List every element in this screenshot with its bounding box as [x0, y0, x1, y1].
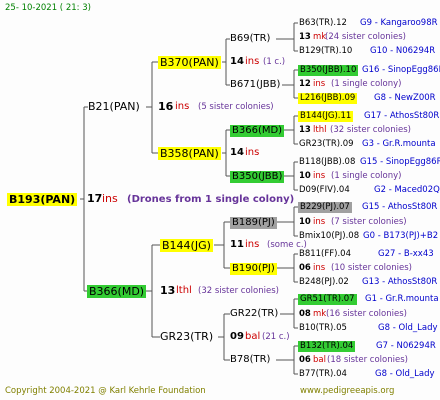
gen3-queen[interactable]: B189(PJ) — [230, 217, 277, 229]
gen4-unit: ins — [313, 171, 326, 181]
gen2-count: 14 — [230, 56, 244, 67]
root-count: 17 — [87, 192, 103, 205]
gen3-queen[interactable]: B350(JBB) — [230, 171, 285, 183]
gen3-queen[interactable]: B190(PJ) — [230, 263, 277, 275]
gen2-queen[interactable]: GR23(TR) — [160, 331, 213, 342]
gen1-count: 13 — [160, 284, 176, 297]
gen4-count: 06 — [299, 263, 311, 273]
gen2-count: 09 — [230, 331, 244, 342]
root-unit: ins — [102, 192, 118, 205]
gen4-ref: G9 - Kangaroo98R — [360, 18, 438, 28]
gen2-unit: ins — [245, 147, 260, 158]
gen4-queen[interactable]: B350(JBB).10 — [298, 65, 359, 76]
gen4-queen[interactable]: B10(TR).05 — [299, 324, 347, 333]
gen4-ref: G8 - Old_Lady — [375, 369, 435, 379]
gen2-queen[interactable]: B358(PAN) — [158, 147, 221, 160]
gen2-unit: ins — [245, 239, 260, 250]
gen4-queen[interactable]: Bmix10(PJ).08 — [299, 232, 359, 241]
gen2-unit: ins — [245, 56, 260, 67]
gen1-queen-sire-side[interactable]: B21(PAN) — [88, 101, 140, 112]
gen4-count: 06 — [299, 355, 311, 365]
gen4-queen[interactable]: L216(JBB).09 — [298, 93, 358, 104]
gen1-queen-dam-side[interactable]: B366(MD) — [87, 285, 147, 298]
gen4-queen[interactable]: GR51(TR).07 — [298, 294, 357, 305]
gen4-note: (10 sister colonies) — [331, 263, 412, 273]
gen4-ref: G13 - AthosSt80R — [362, 277, 438, 287]
gen4-queen[interactable]: GR23(TR).09 — [299, 140, 354, 149]
gen3-queen[interactable]: GR22(TR) — [230, 309, 278, 319]
gen4-ref: G3 - Gr.R.mounta — [362, 139, 436, 149]
gen4-note: (1 single colony) — [331, 79, 402, 89]
gen4-count: 10 — [299, 217, 311, 227]
gen4-note: (1 single colony) — [331, 171, 402, 181]
gen1-unit: ins — [175, 101, 190, 112]
root-queen[interactable]: B193(PAN) — [7, 193, 78, 206]
gen2-note: (1 c.) — [263, 57, 286, 67]
gen1-unit: lthl — [176, 285, 192, 296]
gen4-count: 13 — [299, 32, 311, 42]
gen4-unit: ins — [313, 263, 326, 273]
gen1-note: (5 sister colonies) — [198, 102, 274, 112]
report-date: 25- 10-2021 ( 21: 3) — [5, 3, 91, 13]
gen2-count: 14 — [230, 147, 244, 158]
gen4-queen[interactable]: B129(TR).10 — [299, 47, 352, 56]
gen4-queen[interactable]: B144(JG).11 — [298, 111, 354, 122]
gen2-unit: bal — [245, 331, 261, 342]
gen4-ref: G15 - SinopEgg86R — [360, 157, 440, 167]
gen2-note: (21 c.) — [262, 332, 290, 342]
gen4-queen[interactable]: B118(JBB).08 — [299, 158, 355, 167]
gen3-queen[interactable]: B366(MD) — [230, 125, 285, 137]
gen1-note: (32 sister colonies) — [198, 286, 279, 296]
gen4-ref: G7 - N06294R — [376, 341, 436, 351]
gen2-queen[interactable]: B144(JG) — [160, 239, 213, 252]
gen4-queen[interactable]: B77(TR).04 — [299, 370, 347, 379]
gen4-queen[interactable]: B248(PJ).02 — [299, 278, 349, 287]
gen4-queen[interactable]: B229(PJ).07 — [298, 202, 352, 213]
pedigree-diagram: { "header": { "date": "25- 10-2021 ( 21:… — [0, 0, 440, 400]
gen4-note: (18 sister colonies) — [327, 355, 408, 365]
gen4-queen[interactable]: D09(FIV).04 — [299, 186, 350, 195]
gen4-count: 10 — [299, 171, 311, 181]
gen4-ref: G8 - Old_Lady — [378, 323, 438, 333]
gen4-note: (32 sister colonies) — [330, 125, 411, 135]
gen4-ref: G27 - B-xx43 — [378, 249, 434, 259]
site-link[interactable]: www.pedigreeapis.org — [300, 387, 394, 396]
gen3-queen[interactable]: B78(TR) — [230, 355, 270, 365]
gen2-queen[interactable]: B370(PAN) — [158, 56, 221, 69]
gen4-ref: G10 - N06294R — [370, 46, 436, 56]
gen4-queen[interactable]: B132(TR).04 — [298, 341, 356, 352]
root-note: (Drones from 1 single colony) — [127, 194, 295, 205]
gen4-ref: G17 - AthosSt80R — [364, 111, 440, 121]
gen4-queen[interactable]: B811(FF).04 — [299, 250, 351, 259]
gen3-queen[interactable]: B69(TR) — [230, 34, 270, 44]
gen4-count: 12 — [299, 79, 311, 89]
gen4-count: 13 — [299, 125, 311, 135]
gen4-unit: lthl — [313, 125, 327, 135]
gen4-ref: G1 - Gr.R.mounta — [365, 294, 439, 304]
gen4-ref: G16 - SinopEgg86R — [362, 65, 440, 75]
gen4-queen[interactable]: B63(TR).12 — [299, 19, 347, 28]
gen3-queen[interactable]: B671(JBB) — [230, 80, 280, 90]
gen4-unit: ins — [313, 217, 326, 227]
gen2-count: 11 — [230, 239, 244, 250]
gen4-unit: mk — [313, 309, 327, 319]
gen4-note: (7 sister colonies) — [331, 217, 407, 227]
gen4-ref: G15 - AthosSt80R — [362, 202, 438, 212]
gen4-ref: G2 - Maced02Q — [374, 185, 440, 195]
gen4-unit: bal — [313, 355, 326, 365]
gen4-ref: G8 - NewZ00R — [374, 93, 436, 103]
gen4-count: 08 — [299, 309, 311, 319]
gen4-note: (16 sister colonies) — [326, 309, 407, 319]
copyright-text: Copyright 2004-2021 @ Karl Kehrle Founda… — [5, 386, 206, 396]
gen4-ref: G0 - B173(PJ)+B2 — [363, 231, 439, 241]
gen4-note: (24 sister colonies) — [325, 32, 406, 42]
gen4-unit: ins — [313, 79, 326, 89]
gen1-count: 16 — [158, 100, 174, 113]
